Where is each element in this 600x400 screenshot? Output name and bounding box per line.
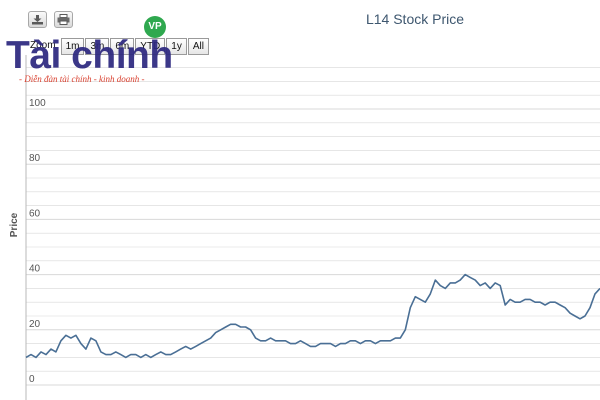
- y-tick-label: 0: [29, 374, 35, 385]
- y-axis: 0 20 40 60 80 100: [25, 55, 46, 400]
- grid: [26, 67, 600, 386]
- stock-chart: 0 20 40 60 80 100 Price: [9, 55, 600, 400]
- y-tick-label: 100: [29, 98, 46, 109]
- y-tick-label: 40: [29, 264, 41, 275]
- y-tick-label: 80: [29, 153, 41, 164]
- y-tick-label: 60: [29, 208, 41, 219]
- y-tick-label: 20: [29, 319, 41, 330]
- y-axis-title: Price: [9, 212, 20, 237]
